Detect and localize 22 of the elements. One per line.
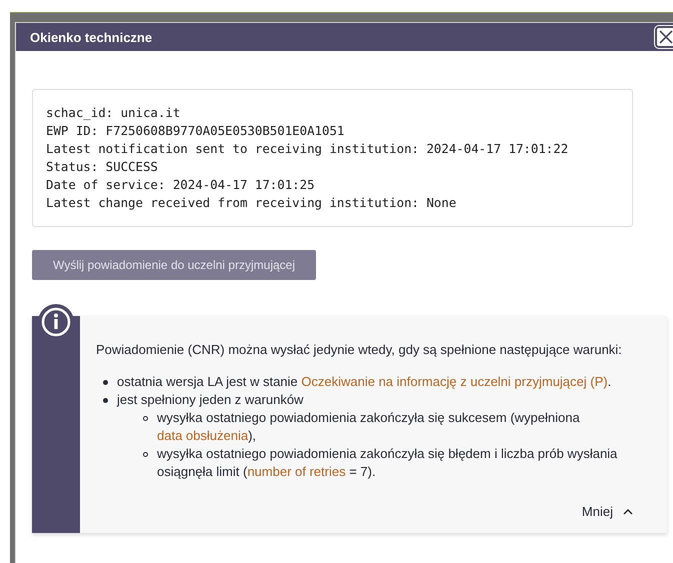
bullet-icon: [103, 380, 108, 385]
condition-text: jest spełniony jeden z warunków: [117, 391, 304, 409]
bullet-icon: [143, 452, 148, 457]
detail-line: Date of service: 2024-04-17 17:01:25: [46, 176, 316, 194]
highlighted-term: Oczekiwanie na informację z uczelni przyjmującej (P): [301, 374, 608, 389]
bullet-icon: [143, 416, 148, 421]
dialog-title: Okienko techniczne: [30, 30, 152, 44]
highlighted-term: data obsłużenia: [157, 428, 248, 443]
show-less-toggle[interactable]: Mniej: [576, 504, 639, 519]
detail-line: Latest change received from receiving institution: None: [46, 194, 458, 212]
detail-line: schac_id: unica.it: [46, 104, 182, 122]
detail-line: EWP ID: F7250608B9770A05E0530B501E0A1051: [46, 122, 346, 140]
close-button[interactable]: [655, 26, 673, 48]
bullet-icon: [103, 398, 108, 403]
detail-line: Latest notification sent to receiving institution: 2024-04-17 17:01:22: [46, 140, 570, 158]
highlighted-term: number of retries: [247, 464, 346, 479]
close-icon: [659, 30, 673, 44]
detail-line: Status: SUCCESS: [46, 158, 159, 176]
chevron-icon: [623, 508, 633, 514]
condition-text: wysyłka ostatniego powiadomienia zakończyła się błędem i liczba prób wysłania osiągnęła limit (number of retries = 7).: [157, 445, 618, 481]
condition-text: ostatnia wersja LA jest w stanie Oczekiwanie na informację z uczelni przyjmującej (P).: [117, 373, 612, 391]
info-intro: Powiadomienie (CNR) można wysłać jedynie wtedy, gdy są spełnione następujące warunki:: [96, 341, 623, 359]
